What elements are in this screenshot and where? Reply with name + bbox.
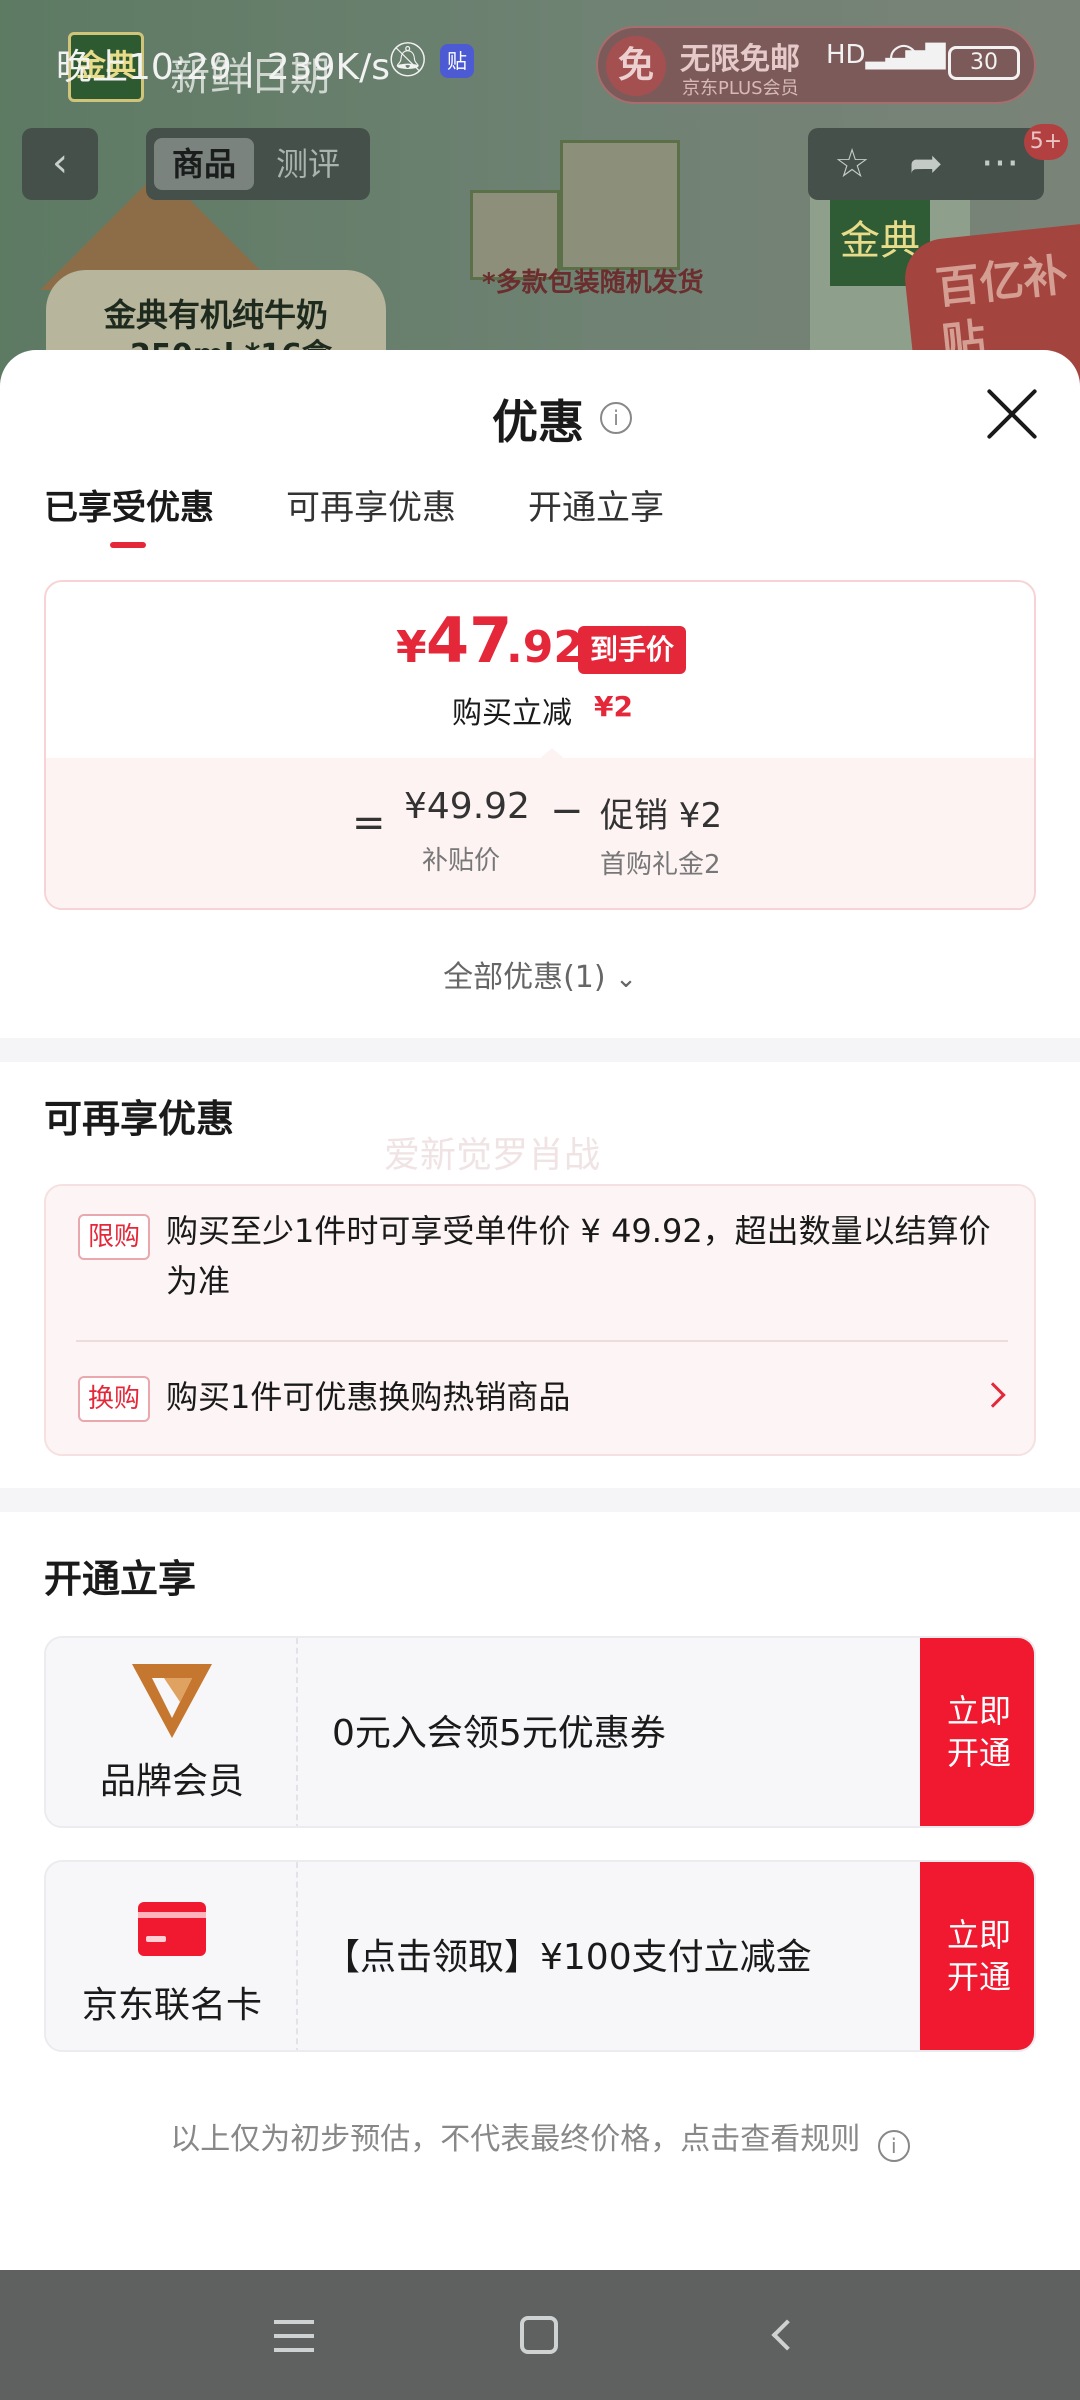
price-breakdown: = ¥49.92 补贴价 − 促销 ¥2 首购礼金2: [46, 758, 1034, 908]
open-brand-member-button[interactable]: 立即 开通: [920, 1638, 1034, 1826]
status-time: 晚上10:29 | 239K/s: [56, 47, 390, 88]
discount-tabs: 已享受优惠 可再享优惠 开通立享: [0, 480, 1080, 550]
more-discounts-card: 限购 购买至少1件时可享受单件价 ¥ 49.92，超出数量以结算价 为准 换购 …: [44, 1184, 1036, 1456]
back-button[interactable]: ‹: [22, 128, 98, 200]
limit-text-line2: 为准: [166, 1262, 231, 1300]
milk-box-image: [560, 140, 680, 270]
discount-sheet: 优惠 i 已享受优惠 可再享优惠 开通立享 ¥ 47 .92 到手价 购买立减 …: [0, 350, 1080, 2270]
product-tabs: 商品 测评: [146, 128, 370, 200]
subsidy-price-label: 补贴价: [422, 846, 501, 876]
share-icon[interactable]: ➦: [898, 136, 954, 192]
promo-label: 首购礼金2: [600, 850, 721, 880]
tab-review[interactable]: 测评: [276, 138, 340, 190]
more-discounts-title: 可再享优惠: [44, 1097, 235, 1141]
all-discounts-toggle[interactable]: 全部优惠(1) ⌄: [0, 952, 1080, 996]
exchange-text: 购买1件可优惠换购热销商品: [166, 1378, 571, 1416]
tab-enjoyed[interactable]: 已享受优惠: [44, 480, 214, 529]
price-integer: 47: [426, 604, 513, 677]
brand-member-label: 品牌会员: [99, 1761, 244, 1802]
back-icon[interactable]: [771, 2319, 803, 2351]
brand-member-left: 品牌会员: [46, 1638, 298, 1826]
jd-cobrand-left: 京东联名卡: [46, 1862, 298, 2050]
rules-footnote-text: 以上仅为初步预估，不代表最终价格，点击查看规则: [170, 2122, 861, 2157]
minus-sign: −: [550, 788, 584, 834]
system-nav-bar: [0, 2270, 1080, 2400]
home-icon[interactable]: [520, 2316, 558, 2354]
instant-discount-amount: ¥2: [594, 690, 633, 723]
rules-footnote[interactable]: 以上仅为初步预估，不代表最终价格，点击查看规则 i: [0, 2114, 1080, 2162]
watermark: 爱新觉罗肖战: [384, 1135, 601, 1176]
final-price-row: ¥ 47 .92 到手价 购买立减 ¥2: [46, 582, 1034, 758]
message-count-badge: 5+: [1024, 124, 1068, 160]
brand-member-card[interactable]: 品牌会员 0元入会领5元优惠券 立即 开通: [44, 1636, 1036, 1828]
chevron-down-icon: ⌄: [615, 964, 637, 994]
price-decimal: .92: [506, 622, 584, 673]
wifi-icon: ◠: [888, 36, 920, 77]
tab-goods[interactable]: 商品: [154, 138, 254, 190]
signal-label: HD: [826, 40, 866, 70]
status-bar: 晚上10:29 | 239K/s 🔕︎ 贴 HD▂▃▅▇ ◠ 30: [0, 0, 1080, 120]
battery-icon: 30: [948, 46, 1020, 80]
section-divider: [0, 1488, 1080, 1512]
active-tab-indicator: [110, 542, 146, 548]
price-currency: ¥: [396, 622, 427, 673]
exchange-row[interactable]: 换购 购买1件可优惠换购热销商品: [46, 1342, 1038, 1458]
info-icon[interactable]: i: [600, 402, 632, 434]
tab-open-enjoy[interactable]: 开通立享: [528, 480, 664, 529]
bell-muted-icon: 🔕︎: [386, 40, 430, 80]
limit-tag: 限购: [78, 1214, 151, 1260]
brand-member-offer: 0元入会领5元优惠券: [332, 1713, 666, 1754]
sheet-title: 优惠: [492, 395, 584, 449]
limit-text-line1: 购买至少1件时可享受单件价 ¥ 49.92，超出数量以结算价: [166, 1212, 991, 1250]
close-button[interactable]: [984, 386, 1040, 442]
sheet-header: 优惠 i: [0, 350, 1080, 470]
button-line1: 立即: [946, 1692, 1011, 1730]
jd-cobrand-offer: 【点击领取】¥100支付立减金: [324, 1937, 812, 1978]
jd-cobrand-label: 京东联名卡: [81, 1985, 262, 2026]
star-icon[interactable]: ☆: [824, 136, 880, 192]
product-actions: ☆ ➦ ···: [808, 128, 1044, 200]
button-line1: 立即: [946, 1916, 1011, 1954]
random-pack-note: *多款包装随机发货: [482, 268, 704, 298]
all-discounts-label: 全部优惠(1): [443, 960, 606, 995]
price-card: ¥ 47 .92 到手价 购买立减 ¥2 = ¥49.92 补贴价 − 促销 ¥…: [44, 580, 1036, 910]
button-line2: 开通: [946, 1734, 1011, 1772]
jd-cobrand-card[interactable]: 京东联名卡 【点击领取】¥100支付立减金 立即 开通: [44, 1860, 1036, 2052]
tab-more-available[interactable]: 可再享优惠: [286, 480, 456, 529]
instant-discount-label: 购买立减: [452, 696, 572, 731]
chevron-left-icon: ‹: [52, 140, 68, 186]
brand-member-logo-icon: [132, 1664, 212, 1738]
limit-text: 购买至少1件时可享受单件价 ¥ 49.92，超出数量以结算价 为准: [166, 1206, 991, 1306]
equals-sign: =: [352, 800, 386, 846]
credit-card-icon: [138, 1902, 206, 1956]
signal-icon: HD▂▃▅▇: [826, 40, 946, 70]
button-line2: 开通: [946, 1958, 1011, 1996]
section-divider: [0, 1038, 1080, 1062]
info-icon: i: [877, 2130, 910, 2162]
exchange-tag: 换购: [78, 1376, 151, 1422]
more-icon[interactable]: ···: [972, 136, 1028, 192]
promo-amount: 促销 ¥2: [600, 796, 723, 836]
menu-icon[interactable]: [266, 2310, 326, 2360]
chevron-right-icon: [980, 1382, 1006, 1408]
app-notification-icon: 贴: [440, 44, 474, 78]
open-enjoy-title: 开通立享: [44, 1557, 197, 1601]
final-price-tag: 到手价: [578, 626, 687, 674]
subsidy-price: ¥49.92: [404, 786, 530, 827]
open-jd-cobrand-button[interactable]: 立即 开通: [920, 1862, 1034, 2050]
